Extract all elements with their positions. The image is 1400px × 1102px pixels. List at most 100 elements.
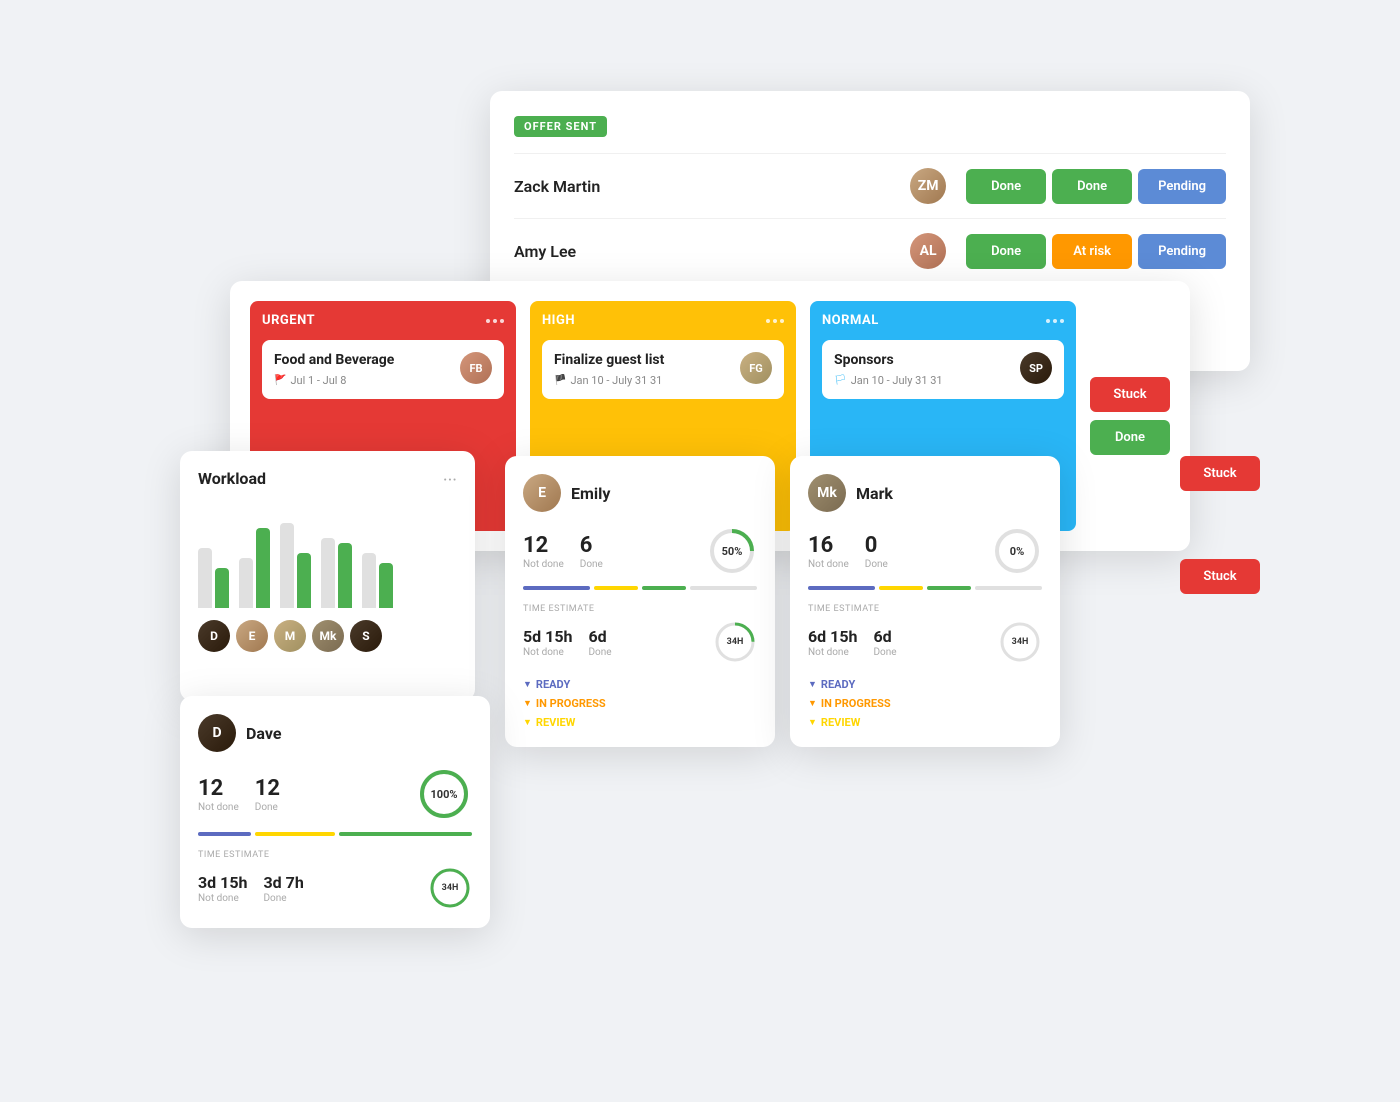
bar-gray-2 <box>239 558 253 608</box>
mark-done: 0 <box>865 533 888 558</box>
dave-name: Dave <box>246 724 281 743</box>
bar-gray-5 <box>362 553 376 608</box>
mark-time-ring-label: 34H <box>1012 637 1029 647</box>
emily-time-done-label: Done <box>588 647 611 658</box>
dave-time-stats: 3d 15h Not done 3d 7h Done 34H <box>198 866 472 910</box>
dave-done-label: Done <box>255 802 280 813</box>
workload-avatar-3[interactable]: M <box>274 620 306 652</box>
status-pending-1[interactable]: Pending <box>1138 169 1226 204</box>
flag-blue: 🏳 <box>834 375 847 386</box>
workload-menu[interactable]: ··· <box>443 470 457 491</box>
mark-time-label: TIME ESTIMATE <box>808 604 1042 614</box>
kanban-task-sponsors[interactable]: Sponsors 🏳 Jan 10 - July 31 31 SP <box>822 340 1064 399</box>
kanban-task-finalize[interactable]: Finalize guest list 🏴 Jan 10 - July 31 3… <box>542 340 784 399</box>
dave-time-done: 3d 7h <box>263 873 303 892</box>
emily-progress-label: 50% <box>722 545 743 558</box>
side-stuck-1[interactable]: Stuck <box>1090 377 1170 412</box>
bar-group-4 <box>321 538 352 608</box>
chevron-review: ▼ <box>523 717 532 728</box>
dave-card: D Dave 12 Not done 12 Done 100% <box>180 696 490 928</box>
emily-name: Emily <box>571 484 610 503</box>
emily-time-ring: 34H <box>713 620 757 664</box>
status-atrisk-1[interactable]: At risk <box>1052 234 1132 269</box>
dave-not-done: 12 <box>198 776 239 801</box>
far-stuck-2[interactable]: Stuck <box>1180 559 1260 594</box>
task-sponsors-title: Sponsors <box>834 352 943 368</box>
offer-row-zack: Zack Martin ZM Done Done Pending <box>514 153 1226 218</box>
avatar-zack: ZM <box>910 168 946 204</box>
bar-green-2 <box>256 528 270 608</box>
flag-red: 🚩 <box>274 375 286 386</box>
workload-avatar-1[interactable]: D <box>198 620 230 652</box>
task-finalize-title: Finalize guest list <box>554 352 664 368</box>
workload-card: Workload ··· <box>180 451 475 701</box>
kanban-urgent-dots[interactable] <box>486 319 504 323</box>
emily-stats: 12 Not done 6 Done 50% <box>523 526 757 576</box>
chevron-mark-review: ▼ <box>808 717 817 728</box>
workload-bars <box>198 508 457 608</box>
dave-progress-bar <box>198 832 472 836</box>
mark-done-label: Done <box>865 559 888 570</box>
task-food-title: Food and Beverage <box>274 352 394 368</box>
mark-ready[interactable]: ▼ READY <box>808 678 1042 691</box>
workload-avatar-4[interactable]: Mk <box>312 620 344 652</box>
bar-green-3 <box>297 553 311 608</box>
bar-gray-3 <box>280 523 294 608</box>
chevron-mark-inprogress: ▼ <box>808 698 817 709</box>
workload-avatar-2[interactable]: E <box>236 620 268 652</box>
kanban-normal-dots[interactable] <box>1046 319 1064 323</box>
mark-time-done: 6d <box>873 627 896 646</box>
bar-group-5 <box>362 553 393 608</box>
emily-sections: ▼ READY ▼ IN PROGRESS ▼ REVIEW <box>523 678 757 729</box>
status-done-1[interactable]: Done <box>966 169 1046 204</box>
offer-name-zack: Zack Martin <box>514 177 910 196</box>
dave-time-label: TIME ESTIMATE <box>198 850 472 860</box>
dave-time-notdone-label: Not done <box>198 893 247 904</box>
kanban-task-food[interactable]: Food and Beverage 🚩 Jul 1 - Jul 8 FB <box>262 340 504 399</box>
mark-name: Mark <box>856 484 893 503</box>
workload-avatars: D E M Mk S <box>198 620 457 652</box>
status-done-2[interactable]: Done <box>1052 169 1132 204</box>
emily-progress-ring: 50% <box>707 526 757 576</box>
offer-statuses-zack: Done Done Pending <box>966 169 1226 204</box>
mark-review[interactable]: ▼ REVIEW <box>808 716 1042 729</box>
bar-group-2 <box>239 528 270 608</box>
task-sponsors-date: 🏳 Jan 10 - July 31 31 <box>834 374 943 387</box>
mark-inprogress[interactable]: ▼ IN PROGRESS <box>808 697 1042 710</box>
status-pending-2[interactable]: Pending <box>1138 234 1226 269</box>
emily-time-stats: 5d 15h Not done 6d Done 34H <box>523 620 757 664</box>
dave-avatar: D <box>198 714 236 752</box>
side-done-1[interactable]: Done <box>1090 420 1170 455</box>
flag-yellow: 🏴 <box>554 375 566 386</box>
dave-progress-label: 100% <box>430 788 457 801</box>
offer-row-amy: Amy Lee AL Done At risk Pending <box>514 218 1226 283</box>
mark-time-notdone: 6d 15h <box>808 627 857 646</box>
task-food-avatar: FB <box>460 352 492 384</box>
bar-gray-4 <box>321 538 335 608</box>
emily-inprogress[interactable]: ▼ IN PROGRESS <box>523 697 757 710</box>
mark-progress-bar <box>808 586 1042 590</box>
avatar-amy: AL <box>910 233 946 269</box>
emily-review[interactable]: ▼ REVIEW <box>523 716 757 729</box>
mark-stats: 16 Not done 0 Done 0% <box>808 526 1042 576</box>
status-done-3[interactable]: Done <box>966 234 1046 269</box>
offer-sent-badge: OFFER SENT <box>514 116 607 137</box>
kanban-urgent-title: URGENT <box>262 313 315 328</box>
mark-progress-label: 0% <box>1010 545 1024 558</box>
workload-avatar-5[interactable]: S <box>350 620 382 652</box>
emily-ready[interactable]: ▼ READY <box>523 678 757 691</box>
emily-avatar: E <box>523 474 561 512</box>
dave-time-notdone: 3d 15h <box>198 873 247 892</box>
mark-time-notdone-label: Not done <box>808 647 857 658</box>
offer-statuses-amy: Done At risk Pending <box>966 234 1226 269</box>
emily-card: E Emily 12 Not done 6 Done 50% <box>505 456 775 747</box>
far-stuck-1[interactable]: Stuck <box>1180 456 1260 491</box>
dave-progress-ring: 100% <box>416 766 472 822</box>
task-finalize-date: 🏴 Jan 10 - July 31 31 <box>554 374 664 387</box>
dave-time-ring: 34H <box>428 866 472 910</box>
emily-progress-bar <box>523 586 757 590</box>
dave-time-done-label: Done <box>263 893 303 904</box>
kanban-high-dots[interactable] <box>766 319 784 323</box>
mark-not-done: 16 <box>808 533 849 558</box>
task-finalize-avatar: FG <box>740 352 772 384</box>
